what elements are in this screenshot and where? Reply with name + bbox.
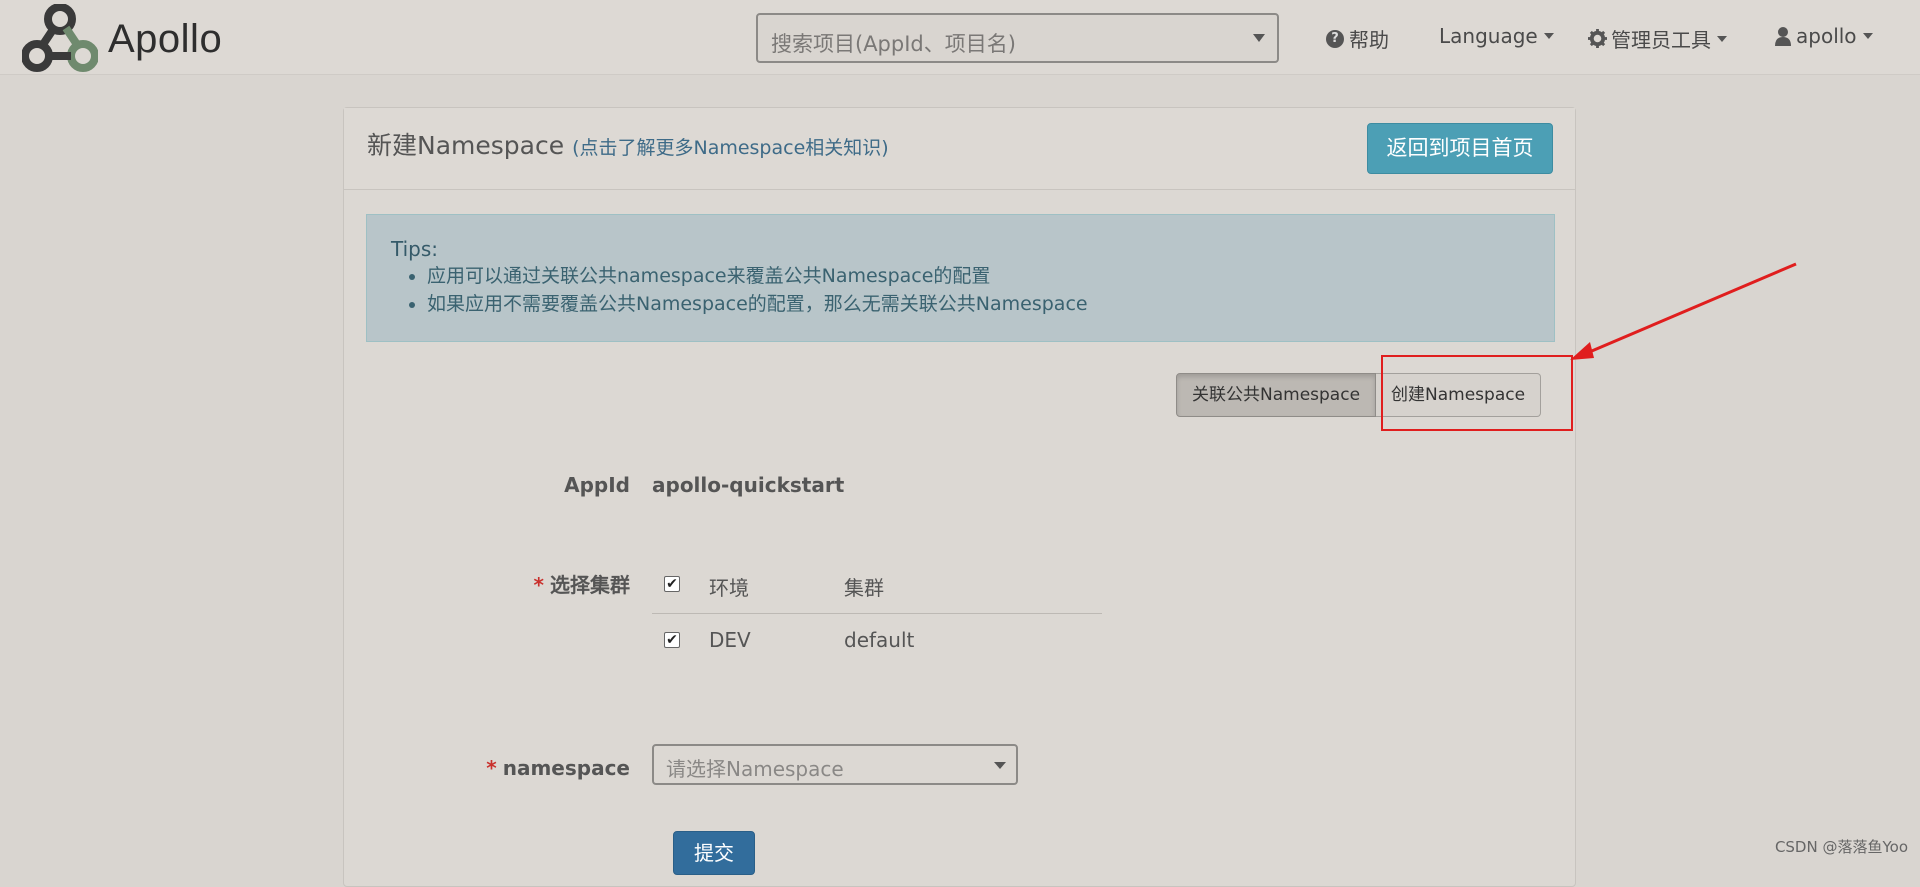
highlight-box bbox=[1381, 355, 1573, 431]
cluster-row-checkbox[interactable]: ✔ bbox=[664, 632, 680, 648]
nav-help[interactable]: ? 帮助 bbox=[1326, 24, 1389, 53]
table-divider bbox=[652, 613, 1102, 614]
project-search-select[interactable]: 搜索项目(AppId、项目名) bbox=[756, 13, 1279, 63]
cluster-row-env: DEV bbox=[709, 628, 751, 652]
page-title-text: 新建Namespace bbox=[367, 131, 565, 160]
cluster-label-text: 选择集群 bbox=[550, 573, 630, 597]
cluster-column-header: 集群 bbox=[844, 576, 884, 600]
nav-admin-tools[interactable]: 管理员工具 bbox=[1588, 24, 1727, 53]
nav-language-label: Language bbox=[1439, 24, 1538, 48]
back-to-project-button[interactable]: 返回到项目首页 bbox=[1367, 123, 1553, 174]
namespace-select[interactable]: 请选择Namespace bbox=[652, 744, 1018, 785]
required-mark: * bbox=[533, 573, 544, 597]
appid-label: AppId bbox=[564, 473, 630, 497]
search-placeholder: 搜索项目(AppId、项目名) bbox=[771, 32, 1016, 56]
nav-language[interactable]: Language bbox=[1439, 24, 1554, 48]
annotation-arrow-icon bbox=[1570, 262, 1797, 360]
chevron-down-icon bbox=[1543, 33, 1554, 39]
namespace-select-placeholder: 请选择Namespace bbox=[666, 757, 844, 781]
chevron-down-icon bbox=[1253, 34, 1265, 42]
question-circle-icon: ? bbox=[1326, 29, 1344, 48]
gear-icon bbox=[1588, 29, 1607, 48]
nav-user-label: apollo bbox=[1796, 24, 1857, 48]
nav-admin-label: 管理员工具 bbox=[1611, 28, 1711, 52]
panel-header: 新建Namespace (点击了解更多Namespace相关知识) 返回到项目首… bbox=[344, 108, 1575, 190]
select-all-checkbox[interactable]: ✔ bbox=[664, 576, 680, 592]
page-title: 新建Namespace (点击了解更多Namespace相关知识) bbox=[367, 126, 889, 162]
cluster-row-name: default bbox=[844, 628, 915, 652]
top-navbar: Apollo 搜索项目(AppId、项目名) ? 帮助 Language 管理员… bbox=[0, 0, 1920, 75]
brand[interactable]: Apollo bbox=[22, 4, 222, 74]
apollo-logo-icon bbox=[22, 4, 98, 74]
namespace-label-text: namespace bbox=[502, 756, 630, 780]
nav-help-label: 帮助 bbox=[1349, 28, 1389, 52]
chevron-down-icon bbox=[1862, 33, 1873, 39]
brand-name: Apollo bbox=[108, 16, 223, 61]
chevron-down-icon bbox=[1717, 35, 1727, 42]
user-icon bbox=[1775, 26, 1791, 46]
nav-user-menu[interactable]: apollo bbox=[1775, 24, 1873, 48]
submit-button[interactable]: 提交 bbox=[673, 831, 755, 875]
tips-item: 应用可以通过关联公共namespace来覆盖公共Namespace的配置 bbox=[427, 263, 1530, 289]
link-public-namespace-button[interactable]: 关联公共Namespace bbox=[1176, 373, 1377, 417]
chevron-down-icon bbox=[994, 762, 1006, 769]
namespace-label: * namespace bbox=[460, 756, 630, 780]
tips-title: Tips: bbox=[391, 237, 439, 261]
tips-list: 应用可以通过关联公共namespace来覆盖公共Namespace的配置 如果应… bbox=[427, 263, 1530, 317]
appid-value: apollo-quickstart bbox=[652, 473, 845, 497]
cluster-label: * 选择集群 bbox=[460, 569, 630, 598]
namespace-docs-link[interactable]: (点击了解更多Namespace相关知识) bbox=[572, 137, 889, 159]
required-mark: * bbox=[486, 756, 497, 780]
watermark: CSDN @落落鱼Yoo bbox=[1774, 838, 1908, 856]
env-column-header: 环境 bbox=[709, 576, 749, 600]
tips-item: 如果应用不需要覆盖公共Namespace的配置，那么无需关联公共Namespac… bbox=[427, 291, 1530, 317]
tips-box: Tips: 应用可以通过关联公共namespace来覆盖公共Namespace的… bbox=[366, 214, 1555, 342]
